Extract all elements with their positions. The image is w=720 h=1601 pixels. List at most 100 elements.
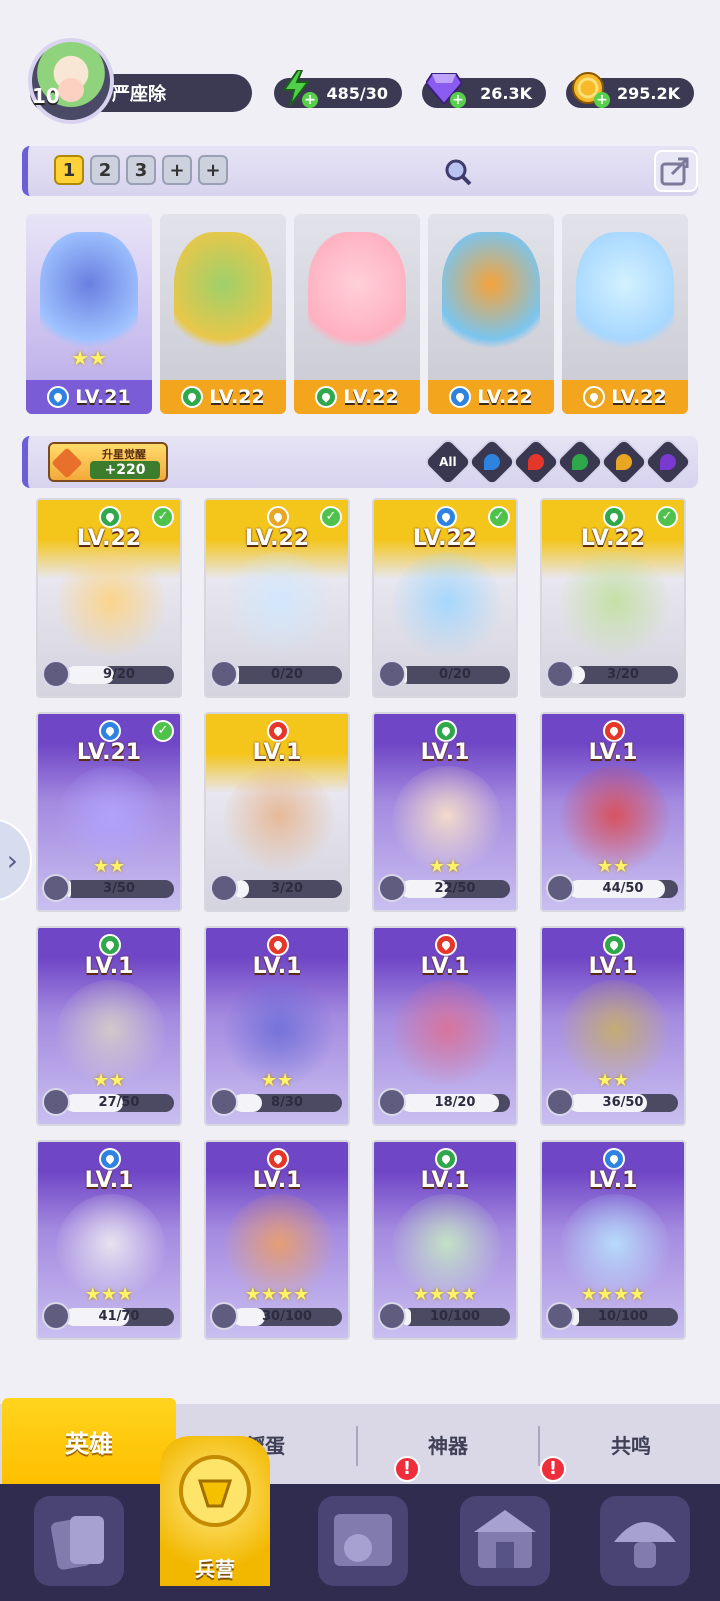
hero-level: LV.1 bbox=[252, 954, 302, 979]
nav-barracks[interactable]: 兵营 bbox=[160, 1436, 270, 1586]
team-selector-bar: 1 2 3 + + bbox=[22, 146, 698, 196]
team-tab-2[interactable]: 2 bbox=[90, 155, 120, 185]
filter-dark-button[interactable] bbox=[642, 436, 694, 488]
hero-level: LV.21 bbox=[75, 386, 131, 408]
shard-progress-bar: 9/20 bbox=[64, 666, 174, 684]
shard-count: 30/100 bbox=[262, 1309, 312, 1324]
lineup-slot-2[interactable]: LV.22 bbox=[160, 214, 286, 414]
team-tab-add-2[interactable]: + bbox=[198, 155, 228, 185]
shard-count: 36/50 bbox=[602, 1095, 644, 1110]
hero-level: LV.1 bbox=[84, 954, 134, 979]
barracks-icon bbox=[179, 1455, 251, 1527]
hero-card[interactable]: LV.1 ★★ 44/50 bbox=[540, 712, 686, 912]
nav-guild[interactable] bbox=[600, 1496, 690, 1586]
fire-element-icon bbox=[267, 1148, 289, 1170]
fire-icon bbox=[528, 454, 544, 470]
lineup-slot-5[interactable]: LV.22 bbox=[562, 214, 688, 414]
hero-level: LV.22 bbox=[343, 386, 399, 408]
hero-level: LV.22 bbox=[244, 526, 310, 551]
coins-value: 295.2K bbox=[616, 83, 680, 103]
shard-count: 10/100 bbox=[598, 1309, 648, 1324]
hero-portrait bbox=[442, 232, 540, 362]
team-tab-1[interactable]: 1 bbox=[54, 155, 84, 185]
shard-icon bbox=[210, 1088, 238, 1116]
light-element-icon bbox=[583, 386, 606, 408]
team-tab-3[interactable]: 3 bbox=[126, 155, 156, 185]
add-energy-icon[interactable]: + bbox=[302, 92, 318, 108]
hero-card[interactable]: LV.1 ★★ 36/50 bbox=[540, 926, 686, 1126]
search-icon[interactable] bbox=[444, 158, 472, 186]
tab-artifacts[interactable]: 神器 bbox=[362, 1424, 534, 1464]
side-drawer-tab[interactable]: › bbox=[0, 818, 32, 902]
filter-fire-button[interactable] bbox=[510, 436, 562, 488]
hero-card[interactable]: ✓ LV.22 9/20 bbox=[36, 498, 182, 698]
awaken-title: 升星觉醒 bbox=[102, 448, 146, 461]
hero-level: LV.22 bbox=[76, 526, 142, 551]
lineup-slot-4[interactable]: LV.22 bbox=[428, 214, 554, 414]
cards-icon bbox=[51, 1516, 104, 1570]
star-awaken-button[interactable]: 升星觉醒 +220 bbox=[48, 442, 168, 482]
wind-element-icon bbox=[435, 720, 457, 742]
add-gems-icon[interactable]: + bbox=[450, 92, 466, 108]
collection-tabs: 英雄 孵蛋 神器 共鸣 bbox=[0, 1398, 720, 1484]
hero-level: LV.1 bbox=[84, 1168, 134, 1193]
hero-card[interactable]: LV.1 ★★ 8/30 bbox=[204, 926, 350, 1126]
hero-grid: ✓ LV.22 9/20 ✓ LV.22 0/20 ✓ LV.22 0/20 ✓ LV.22 3/20… bbox=[36, 498, 690, 1360]
shard-count: 0/20 bbox=[271, 667, 303, 682]
chevron-right-icon: › bbox=[6, 844, 18, 877]
hero-card[interactable]: LV.1 ★★★★ 30/100 bbox=[204, 1140, 350, 1340]
player-avatar[interactable] bbox=[28, 38, 114, 124]
tab-heroes[interactable]: 英雄 bbox=[2, 1398, 176, 1484]
hero-card[interactable]: ✓ LV.22 0/20 bbox=[204, 498, 350, 698]
hero-stars: ★★ bbox=[71, 346, 107, 370]
tab-resonance[interactable]: 共鸣 bbox=[544, 1424, 718, 1464]
shop-icon bbox=[474, 1510, 536, 1568]
map-icon bbox=[334, 1514, 392, 1566]
shard-icon bbox=[42, 1088, 70, 1116]
shard-progress-bar: 18/20 bbox=[400, 1094, 510, 1112]
shard-icon bbox=[378, 1088, 406, 1116]
shard-count: 18/20 bbox=[434, 1095, 476, 1110]
hero-level: LV.1 bbox=[420, 954, 470, 979]
lineup-slot-3[interactable]: LV.22 bbox=[294, 214, 420, 414]
awaken-value: +220 bbox=[90, 461, 160, 479]
nav-shop[interactable] bbox=[460, 1496, 550, 1586]
share-button[interactable] bbox=[654, 150, 698, 192]
hero-level: LV.1 bbox=[588, 740, 638, 765]
wind-element-icon bbox=[181, 386, 204, 408]
hero-card[interactable]: LV.1 ★★ 27/50 bbox=[36, 926, 182, 1126]
map-alert-badge: ! bbox=[394, 1456, 420, 1482]
hero-level: LV.22 bbox=[412, 526, 478, 551]
hero-card[interactable]: ✓ LV.21 ★★ 3/50 bbox=[36, 712, 182, 912]
hero-card[interactable]: ✓ LV.22 0/20 bbox=[372, 498, 518, 698]
hero-card[interactable]: LV.1 ★★ 22/50 bbox=[372, 712, 518, 912]
mushroom-icon bbox=[614, 1522, 676, 1568]
shard-icon bbox=[378, 660, 406, 688]
hero-card[interactable]: LV.1 ★★★★ 10/100 bbox=[372, 1140, 518, 1340]
hero-card[interactable]: LV.1 ★★★★ 10/100 bbox=[540, 1140, 686, 1340]
nav-cards[interactable] bbox=[34, 1496, 124, 1586]
lineup-slot-1[interactable]: ★★ LV.21 bbox=[26, 214, 152, 414]
filter-all-button[interactable]: All bbox=[422, 436, 474, 488]
filter-light-button[interactable] bbox=[598, 436, 650, 488]
shard-count: 41/70 bbox=[98, 1309, 140, 1324]
hero-card[interactable]: ✓ LV.22 3/20 bbox=[540, 498, 686, 698]
checkmark-icon: ✓ bbox=[656, 506, 678, 528]
hero-filter-bar: 升星觉醒 +220 All bbox=[22, 436, 698, 488]
hero-level: LV.21 bbox=[76, 740, 142, 765]
filter-wind-button[interactable] bbox=[554, 436, 606, 488]
hero-portrait bbox=[40, 232, 138, 362]
filter-water-button[interactable] bbox=[466, 436, 518, 488]
hero-card[interactable]: LV.1 3/20 bbox=[204, 712, 350, 912]
diamond-icon: + bbox=[424, 68, 466, 108]
hero-level: LV.1 bbox=[588, 1168, 638, 1193]
add-coins-icon[interactable]: + bbox=[594, 92, 610, 108]
filter-all-label: All bbox=[439, 454, 457, 469]
nav-map[interactable] bbox=[318, 1496, 408, 1586]
checkmark-icon: ✓ bbox=[152, 506, 174, 528]
share-icon bbox=[660, 157, 689, 186]
team-tab-add-1[interactable]: + bbox=[162, 155, 192, 185]
hero-card[interactable]: LV.1 ★★★ 41/70 bbox=[36, 1140, 182, 1340]
fire-element-icon bbox=[267, 934, 289, 956]
hero-card[interactable]: LV.1 18/20 bbox=[372, 926, 518, 1126]
